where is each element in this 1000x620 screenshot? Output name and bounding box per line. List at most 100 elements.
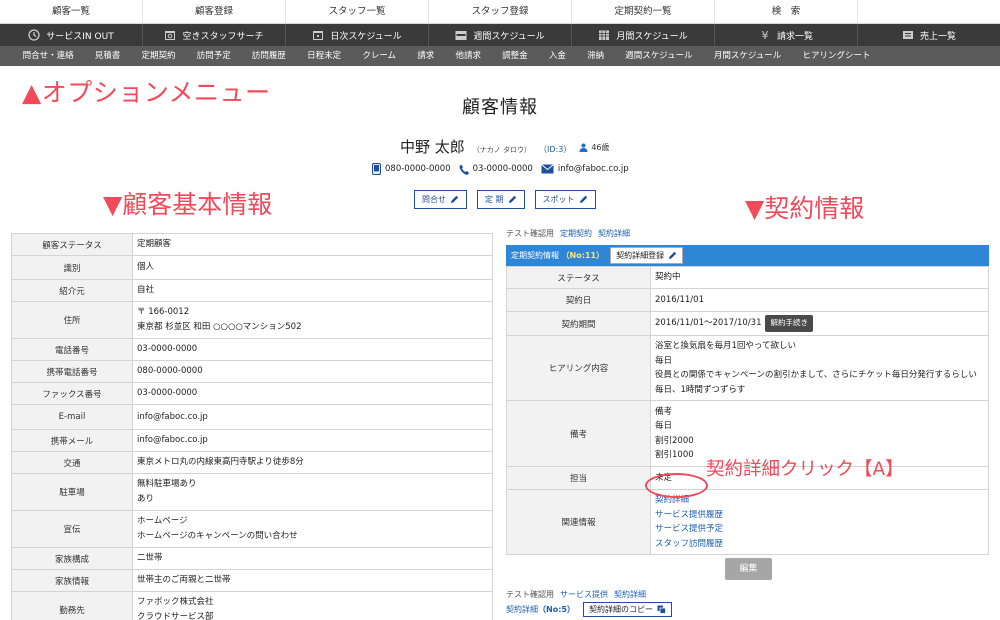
table-row: 識別 個人 bbox=[11, 255, 493, 280]
nav-staff-register[interactable]: スタッフ登録 bbox=[429, 0, 572, 23]
value-line: 個人 bbox=[137, 262, 155, 272]
row-value: 定期顧客 bbox=[132, 233, 493, 256]
option-adjustment[interactable]: 調整金 bbox=[492, 46, 539, 66]
option-hearing-sheet[interactable]: ヒアリングシート bbox=[792, 46, 881, 66]
contract-status: 契約中 bbox=[650, 266, 989, 289]
option-contract[interactable]: 定期契約 bbox=[131, 46, 186, 66]
nav-staff-list[interactable]: スタッフ一覧 bbox=[286, 0, 429, 23]
table-row: ステータス 契約中 bbox=[506, 266, 989, 289]
mobile-icon bbox=[372, 163, 381, 175]
related-staff-visit-link[interactable]: スタッフ訪問履歴 bbox=[655, 537, 984, 552]
table-row: 交通 東京メトロ丸の内線東高円寺駅より徒歩8分 bbox=[11, 451, 493, 474]
annotation-contract-info: ▼契約情報 bbox=[745, 194, 865, 223]
option-inquiry[interactable]: 問合せ・連絡 bbox=[12, 46, 84, 66]
nav-search[interactable]: 検 索 bbox=[715, 0, 858, 23]
value-line: あり bbox=[137, 494, 155, 504]
customer-age-value: 46歳 bbox=[591, 143, 610, 152]
contract-header: 定期契約情報 （No:11） 契約詳細登録 bbox=[506, 245, 989, 266]
row-label: 契約日 bbox=[506, 288, 651, 312]
related-service-plan-link[interactable]: サービス提供予定 bbox=[655, 522, 984, 537]
value-line: 080-0000-0000 bbox=[137, 366, 203, 376]
table-row: 住所〒 166-0012 東京都 杉並区 和田 ○○○○マンション502 bbox=[11, 301, 493, 339]
value-line: 毎日 bbox=[655, 421, 673, 431]
contract-header-title: 定期契約情報 （No:11） bbox=[511, 250, 604, 261]
contract-info-table: ステータス 契約中 契約日 2016/11/01 契約期間 2016/11/01～20… bbox=[506, 266, 989, 555]
option-arrears[interactable]: 滞納 bbox=[576, 46, 614, 66]
nav-contract-list[interactable]: 定期契約一覧 bbox=[572, 0, 715, 23]
related-contract-detail-link[interactable]: 契約詳細 bbox=[655, 493, 984, 508]
nav-weekly-schedule[interactable]: 週間スケジュール bbox=[429, 24, 572, 46]
option-claim[interactable]: クレーム bbox=[352, 46, 407, 66]
cancel-procedure-button[interactable]: 解約手続き bbox=[765, 315, 813, 332]
row-label: 家族構成 bbox=[11, 547, 133, 570]
button-label: 問合せ bbox=[422, 195, 446, 204]
row-value: info@faboc.co.jp bbox=[132, 404, 493, 430]
value-line: 毎日、1時間ずつずらす bbox=[655, 384, 746, 395]
row-value: 個人 bbox=[132, 255, 493, 280]
nav-service-in-out[interactable]: サービスIN OUT bbox=[0, 24, 143, 46]
row-label: 顧客ステータス bbox=[11, 233, 133, 256]
yen-icon: ¥ bbox=[761, 28, 769, 42]
copy-icon bbox=[657, 605, 666, 614]
row-label: 関連情報 bbox=[506, 489, 651, 555]
nav-label: 空きスタッフサーチ bbox=[182, 31, 264, 42]
value-line: 浴室と換気扇を毎月1回やって欲しい bbox=[655, 341, 796, 351]
nav-sales-list[interactable]: 売上一覧 bbox=[858, 24, 1000, 46]
detail-links: テスト確認用 サービス提供 契約詳細 bbox=[506, 589, 646, 600]
regular-contract-link[interactable]: 定期契約 bbox=[560, 228, 592, 239]
customer-contacts: 080-0000-0000 03-0000-0000 info@faboc.co… bbox=[372, 163, 629, 175]
value-line: ホームページのキャンペーンの問い合わせ bbox=[137, 531, 298, 541]
inquiry-button[interactable]: 問合せ bbox=[414, 190, 467, 209]
contract-number: （No:11） bbox=[561, 251, 605, 260]
value-line: クラウドサービス部 bbox=[137, 612, 214, 620]
nav-invoice-list[interactable]: ¥ 請求一覧 bbox=[715, 24, 858, 46]
table-row: 家族構成 二世帯 bbox=[11, 547, 493, 570]
service-provision-link[interactable]: サービス提供 bbox=[560, 589, 608, 600]
row-value: ファボック株式会社 クラウドサービス部 bbox=[132, 591, 493, 620]
option-billing[interactable]: 請求 bbox=[407, 46, 445, 66]
row-label: 住所 bbox=[11, 301, 133, 339]
option-unscheduled[interactable]: 日程未定 bbox=[297, 46, 352, 66]
row-label: ステータス bbox=[506, 266, 651, 289]
nav-label: 日次スケジュール bbox=[330, 31, 402, 42]
row-label: 勤務先 bbox=[11, 591, 133, 620]
calendar-search-icon bbox=[164, 29, 176, 41]
table-row: 紹介元 自社 bbox=[11, 279, 493, 302]
nav-daily-schedule[interactable]: 日次スケジュール bbox=[286, 24, 429, 46]
pencil-icon bbox=[669, 251, 677, 259]
option-visit-history[interactable]: 訪問履歴 bbox=[241, 46, 296, 66]
contract-detail-register-button[interactable]: 契約詳細登録 bbox=[610, 247, 684, 264]
nav-free-staff-search[interactable]: 空きスタッフサーチ bbox=[143, 24, 286, 46]
hearing-content: 浴室と換気扇を毎月1回やって欲しい 毎日 役員との関係でキャンペーンの割引かまし… bbox=[650, 335, 989, 401]
option-visit-plan[interactable]: 訪問予定 bbox=[186, 46, 241, 66]
nav-monthly-schedule[interactable]: 月間スケジュール bbox=[572, 24, 715, 46]
option-monthly-schedule[interactable]: 月間スケジュール bbox=[703, 46, 792, 66]
option-weekly-schedule[interactable]: 週間スケジュール bbox=[615, 46, 704, 66]
main-nav: 顧客一覧 顧客登録 スタッフ一覧 スタッフ登録 定期契約一覧 検 索 bbox=[0, 0, 1000, 24]
edit-button[interactable]: 編集 bbox=[725, 558, 772, 580]
nav-customer-list[interactable]: 顧客一覧 bbox=[0, 0, 143, 23]
row-label: 備考 bbox=[506, 400, 651, 467]
copy-contract-detail-button[interactable]: 契約詳細のコピー bbox=[582, 602, 672, 617]
row-value: info@faboc.co.jp bbox=[132, 429, 493, 452]
phone-icon bbox=[459, 164, 469, 175]
nav-blank bbox=[858, 0, 1000, 23]
value-line: 自社 bbox=[137, 285, 155, 295]
spot-button[interactable]: スポット bbox=[534, 190, 596, 209]
nav-label: 請求一覧 bbox=[776, 31, 813, 42]
contract-detail-link[interactable]: 契約詳細 bbox=[598, 228, 630, 239]
annotation-basic-info: ▼顧客基本情報 bbox=[103, 190, 273, 219]
regular-button[interactable]: 定 期 bbox=[477, 190, 525, 209]
basic-info-table: 顧客ステータス 定期顧客 識別 個人 紹介元 自社 住所〒 166-0012 東京都 杉… bbox=[11, 233, 493, 620]
value-line: 備考 bbox=[655, 406, 673, 417]
list-icon bbox=[902, 29, 914, 41]
nav-customer-register[interactable]: 顧客登録 bbox=[143, 0, 286, 23]
option-other-billing[interactable]: 他請求 bbox=[445, 46, 492, 66]
pencil-icon bbox=[508, 195, 516, 203]
table-row: 携帯メール info@faboc.co.jp bbox=[11, 429, 493, 452]
related-service-history-link[interactable]: サービス提供履歴 bbox=[655, 508, 984, 523]
option-payment[interactable]: 入金 bbox=[538, 46, 576, 66]
contract-period: 2016/11/01～2017/10/31 解約手続き bbox=[650, 311, 989, 336]
contract-detail-link-2[interactable]: 契約詳細 bbox=[614, 589, 646, 600]
option-estimate[interactable]: 見積書 bbox=[84, 46, 131, 66]
